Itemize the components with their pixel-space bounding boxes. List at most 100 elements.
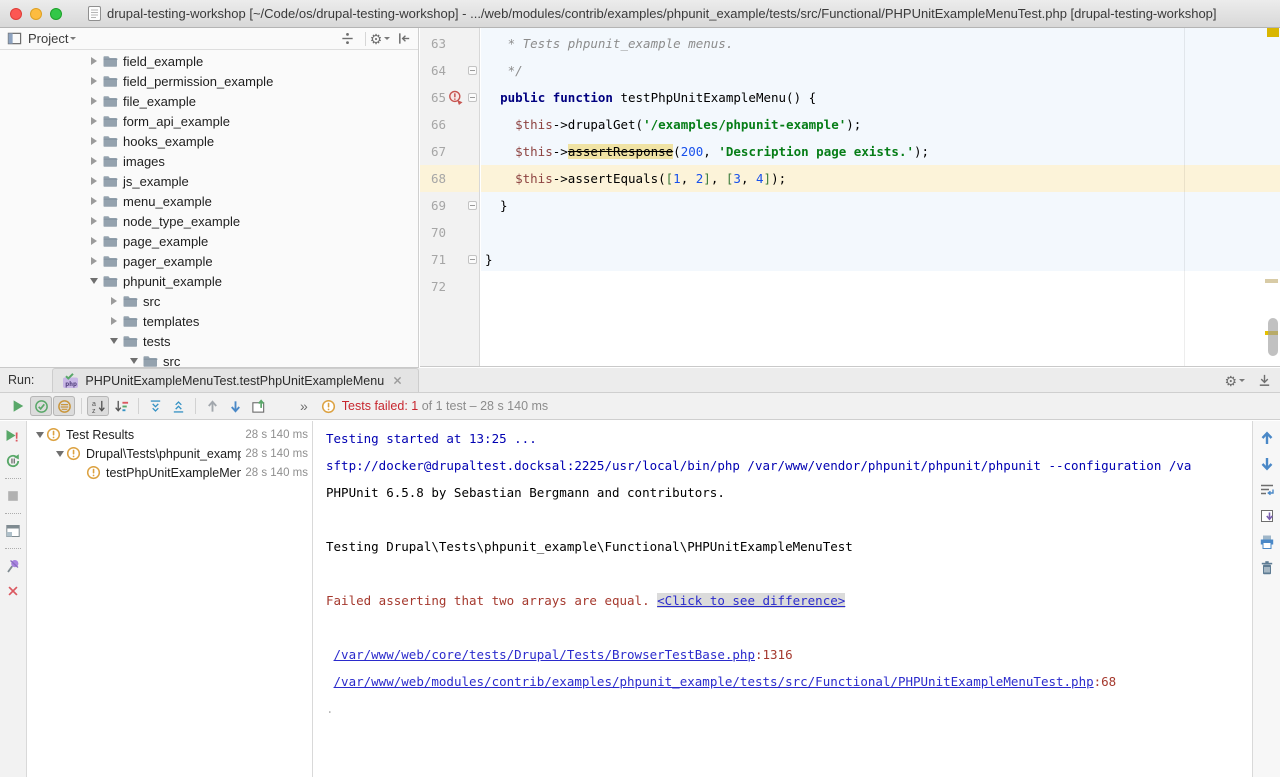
warning-stripe-mark[interactable] [1265, 279, 1278, 283]
project-tree-item[interactable]: field_permission_example [0, 71, 418, 91]
show-passed-button[interactable] [30, 396, 52, 416]
chevron-right-icon[interactable] [88, 77, 100, 85]
chevron-right-icon[interactable] [88, 157, 100, 165]
code-editor[interactable]: 63646566676869707172 * Tests phpunit_exa… [420, 28, 1280, 367]
code-line[interactable]: } [481, 246, 1280, 273]
test-failed-icon[interactable] [448, 90, 464, 106]
project-tree-item[interactable]: js_example [0, 171, 418, 191]
code-fold-marker-icon[interactable] [468, 66, 477, 75]
restore-layout-button[interactable] [4, 522, 22, 540]
chevron-right-icon[interactable] [88, 217, 100, 225]
hide-panel-icon[interactable] [394, 30, 414, 48]
project-panel-title[interactable]: Project [28, 31, 68, 46]
clear-all-button[interactable] [1258, 559, 1276, 577]
gear-icon[interactable]: ⚙ [370, 30, 390, 48]
expand-all-button[interactable] [144, 396, 166, 416]
gear-icon[interactable]: ⚙ [1224, 374, 1245, 388]
click-to-see-difference-link[interactable]: <Click to see difference> [657, 593, 845, 608]
project-tree-item[interactable]: node_type_example [0, 211, 418, 231]
project-tree-item[interactable]: pager_example [0, 251, 418, 271]
project-tree-item[interactable]: src [0, 291, 418, 311]
project-tree-item[interactable]: file_example [0, 91, 418, 111]
code-line[interactable] [481, 273, 1280, 300]
stacktrace-link[interactable]: /var/www/web/modules/contrib/examples/ph… [334, 674, 1094, 689]
test-tree-row[interactable]: testPhpUnitExampleMenu28 s 140 ms [28, 463, 312, 482]
show-ignored-button[interactable] [53, 396, 75, 416]
run-play-button[interactable] [7, 396, 29, 416]
console-line [326, 560, 1252, 587]
code-line[interactable]: * Tests phpunit_example menus. [481, 30, 1280, 57]
chevron-right-icon[interactable] [88, 117, 100, 125]
navigate-up-button[interactable] [1258, 429, 1276, 447]
chevron-down-icon[interactable] [54, 451, 66, 457]
chevron-down-icon[interactable] [128, 358, 140, 364]
code-line[interactable]: public function testPhpUnitExampleMenu()… [481, 84, 1280, 111]
line-number: 71 [420, 252, 446, 267]
stacktrace-link[interactable]: /var/www/web/core/tests/Drupal/Tests/Bro… [334, 647, 755, 662]
run-tab[interactable]: php PHPUnitExampleMenuTest.testPhpUnitEx… [52, 368, 419, 392]
chevron-down-icon[interactable] [108, 338, 120, 344]
scroll-from-source-icon[interactable] [337, 30, 357, 48]
chevron-down-icon[interactable] [70, 37, 76, 43]
print-button[interactable] [1258, 533, 1276, 551]
close-window-button[interactable] [10, 8, 22, 20]
close-tab-icon[interactable] [392, 375, 403, 386]
chevron-down-icon[interactable] [88, 278, 100, 284]
code-line[interactable]: $this->assertEquals([1, 2], [3, 4]); [481, 165, 1280, 192]
project-tree-item[interactable]: menu_example [0, 191, 418, 211]
code-fold-marker-icon[interactable] [468, 255, 477, 264]
project-tree-item[interactable]: field_example [0, 51, 418, 71]
chevron-right-icon[interactable] [88, 97, 100, 105]
more-actions-icon[interactable]: » [300, 398, 309, 414]
rerun-circle-button[interactable] [4, 452, 22, 470]
hide-toolwindow-icon[interactable] [1257, 373, 1272, 388]
chevron-right-icon[interactable] [88, 177, 100, 185]
editor-scrollbar-thumb[interactable] [1268, 318, 1278, 356]
inspection-status-indicator[interactable] [1267, 28, 1279, 37]
pin-tab-button[interactable] [4, 557, 22, 575]
code-fold-marker-icon[interactable] [468, 93, 477, 102]
chevron-right-icon[interactable] [88, 237, 100, 245]
code-line[interactable]: */ [481, 57, 1280, 84]
zoom-window-button[interactable] [50, 8, 62, 20]
chevron-down-icon[interactable] [34, 432, 46, 438]
minimize-window-button[interactable] [30, 8, 42, 20]
test-tree-row[interactable]: Drupal\Tests\phpunit_example\Functional\… [28, 444, 312, 463]
navigate-down-button[interactable] [1258, 455, 1276, 473]
folder-name: field_permission_example [123, 74, 273, 89]
project-tree-item[interactable]: phpunit_example [0, 271, 418, 291]
editor-code-area[interactable]: * Tests phpunit_example menus. */ public… [481, 28, 1280, 366]
rerun-failed-tests-button[interactable]: ! [4, 427, 22, 445]
project-tree-item[interactable]: form_api_example [0, 111, 418, 131]
project-tree-item[interactable]: page_example [0, 231, 418, 251]
code-token-plain: ->drupalGet( [553, 117, 643, 132]
chevron-right-icon[interactable] [88, 197, 100, 205]
chevron-right-icon[interactable] [108, 297, 120, 305]
console-line: Testing Drupal\Tests\phpunit_example\Fun… [326, 533, 1252, 560]
soft-wrap-button[interactable] [1258, 481, 1276, 499]
chevron-right-icon[interactable] [88, 257, 100, 265]
project-tree-item[interactable]: src [0, 351, 418, 367]
code-fold-marker-icon[interactable] [468, 201, 477, 210]
sort-by-duration-button[interactable] [110, 396, 132, 416]
project-tree-item[interactable]: templates [0, 311, 418, 331]
close-button[interactable] [4, 582, 22, 600]
gutter-line: 64 [420, 57, 479, 84]
import-test-results-button[interactable] [247, 396, 269, 416]
chevron-right-icon[interactable] [88, 137, 100, 145]
chevron-right-icon[interactable] [108, 317, 120, 325]
chevron-right-icon[interactable] [88, 57, 100, 65]
collapse-all-button[interactable] [167, 396, 189, 416]
code-token-plain: , [681, 171, 696, 186]
project-tree-item[interactable]: hooks_example [0, 131, 418, 151]
scroll-to-end-button[interactable] [1258, 507, 1276, 525]
code-line[interactable]: } [481, 192, 1280, 219]
test-tree-row[interactable]: Test Results28 s 140 ms [28, 425, 312, 444]
code-line[interactable]: $this->drupalGet('/examples/phpunit-exam… [481, 111, 1280, 138]
code-line[interactable]: $this->assertResponse(200, 'Description … [481, 138, 1280, 165]
next-failed-test-button[interactable] [224, 396, 246, 416]
project-tree-item[interactable]: tests [0, 331, 418, 351]
code-line[interactable] [481, 219, 1280, 246]
sort-alphabetically-button[interactable]: az [87, 396, 109, 416]
project-tree-item[interactable]: images [0, 151, 418, 171]
